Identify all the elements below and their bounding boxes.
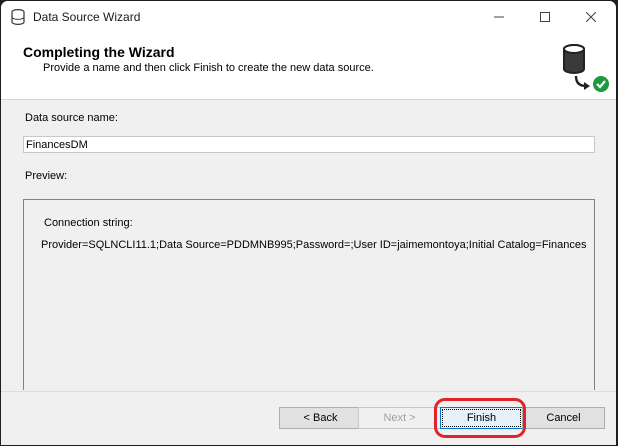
connection-string-label: Connection string: — [44, 217, 133, 229]
data-source-name-label: Data source name: — [25, 112, 118, 124]
close-button[interactable] — [568, 1, 614, 33]
next-button[interactable]: Next > — [358, 407, 441, 429]
preview-box: Connection string: Provider=SQLNCLI11.1;… — [23, 199, 595, 390]
page-title: Completing the Wizard — [23, 44, 175, 60]
window-title: Data Source Wizard — [33, 10, 141, 24]
connection-string-value: Provider=SQLNCLI11.1;Data Source=PDDMNB9… — [41, 239, 587, 251]
database-icon — [11, 9, 25, 25]
database-check-icon — [563, 44, 609, 92]
finish-highlight-circle — [434, 398, 526, 438]
preview-label: Preview: — [25, 170, 68, 182]
title-bar[interactable]: Data Source Wizard — [1, 1, 616, 33]
wizard-header: Completing the Wizard Provide a name and… — [1, 33, 616, 100]
minimize-button[interactable] — [476, 1, 522, 33]
close-icon — [585, 11, 597, 23]
minimize-icon — [494, 16, 504, 18]
data-source-name-input[interactable] — [23, 136, 595, 153]
wizard-window: Data Source Wizard Completing the Wizard… — [1, 1, 616, 445]
maximize-button[interactable] — [522, 1, 568, 33]
maximize-icon — [540, 12, 550, 22]
cancel-button[interactable]: Cancel — [522, 407, 605, 429]
back-button[interactable]: < Back — [279, 407, 362, 429]
page-subtitle: Provide a name and then click Finish to … — [43, 62, 374, 74]
footer-divider — [1, 391, 616, 392]
